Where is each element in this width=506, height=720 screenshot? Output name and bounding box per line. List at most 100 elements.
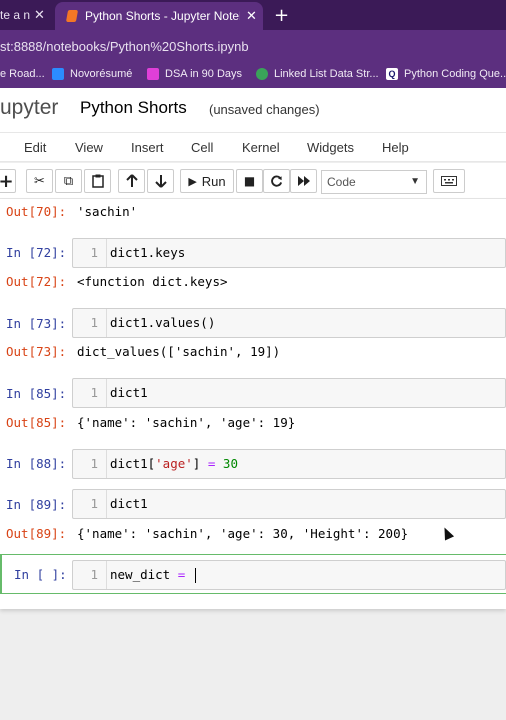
line-number: 1	[73, 490, 107, 518]
code-text[interactable]: dict1	[110, 379, 148, 407]
bookmark-label: DSA in 90 Days	[165, 68, 243, 80]
paste-icon	[91, 174, 104, 188]
line-number: 1	[73, 239, 107, 267]
bookmark-dsa[interactable]: DSA in 90 Days	[147, 68, 242, 80]
chevron-down-icon: ▼	[410, 176, 420, 187]
bookmarks-bar: e Road... Novorésumé DSA in 90 Days Link…	[0, 62, 506, 88]
jupyter-logo[interactable]: upyter	[0, 96, 58, 120]
paste-cell-button[interactable]	[84, 169, 111, 193]
bookmark-label: Novorésumé	[70, 68, 133, 80]
line-number: 1	[73, 379, 107, 407]
browser-tab-active[interactable]: Python Shorts - Jupyter Notebook ✕	[55, 2, 263, 30]
output-prompt: Out[89]:	[6, 526, 67, 541]
output-text: <function dict.keys>	[77, 274, 228, 289]
copy-cell-button[interactable]: ⧉	[55, 169, 82, 193]
line-number: 1	[73, 561, 107, 589]
edit-mode-indicator	[0, 555, 2, 593]
line-number: 1	[73, 450, 107, 478]
code-input[interactable]: 1 dict1.values()	[72, 308, 506, 338]
menu-kernel[interactable]: Kernel	[242, 140, 280, 155]
add-cell-button[interactable]: +	[0, 169, 16, 193]
dsa-icon	[147, 68, 159, 80]
code-token: new_dict	[110, 567, 178, 582]
menu-insert[interactable]: Insert	[131, 140, 164, 155]
move-up-button[interactable]	[118, 169, 145, 193]
move-down-button[interactable]	[147, 169, 174, 193]
linkedlist-icon	[256, 68, 268, 80]
cell-type-select[interactable]: Code ▼	[321, 170, 427, 194]
save-status: (unsaved changes)	[209, 102, 320, 117]
output-prompt: Out[70]:	[6, 204, 67, 219]
code-text[interactable]: dict1.keys	[110, 239, 185, 267]
play-icon: ▶	[188, 175, 197, 188]
code-text[interactable]: dict1.values()	[110, 309, 215, 337]
notebook-name[interactable]: Python Shorts	[80, 98, 187, 118]
menu-help[interactable]: Help	[382, 140, 409, 155]
cut-cell-button[interactable]: ✂	[26, 169, 53, 193]
run-all-button[interactable]	[290, 169, 317, 193]
output-text: dict_values(['sachin', 19])	[77, 344, 281, 359]
text-cursor	[194, 568, 196, 583]
input-prompt: In [73]:	[6, 316, 67, 331]
menu-cell[interactable]: Cell	[191, 140, 213, 155]
keyboard-icon	[441, 176, 457, 186]
output-prompt: Out[85]:	[6, 415, 67, 430]
address-url[interactable]: st:8888/notebooks/Python%20Shorts.ipynb	[0, 39, 249, 54]
code-input[interactable]: 1 dict1['age'] = 30	[72, 449, 506, 479]
code-input[interactable]: 1 dict1.keys	[72, 238, 506, 268]
menu-view[interactable]: View	[75, 140, 103, 155]
fast-forward-icon	[297, 176, 310, 186]
output-text: {'name': 'sachin', 'age': 19}	[77, 415, 296, 430]
input-prompt: In [85]:	[6, 386, 67, 401]
code-input[interactable]: 1 dict1	[72, 489, 506, 519]
tab-close-icon[interactable]: ✕	[34, 7, 45, 23]
code-operator-token: =	[177, 567, 186, 582]
browser-tab-previous[interactable]: te a n ✕	[0, 0, 52, 30]
output-text: {'name': 'sachin', 'age': 30, 'Height': …	[77, 526, 409, 541]
novoresume-icon	[52, 68, 64, 80]
restart-icon	[271, 175, 283, 187]
input-prompt: In [89]:	[6, 497, 67, 512]
interrupt-button[interactable]: ■	[236, 169, 263, 193]
line-number: 1	[73, 309, 107, 337]
q-icon: Q	[386, 68, 398, 80]
code-number-token: 30	[222, 456, 238, 471]
code-text[interactable]: dict1['age'] = 30	[110, 450, 238, 478]
run-label: Run	[201, 173, 226, 189]
bookmark-label: Python Coding Que...	[404, 68, 506, 80]
command-palette-button[interactable]	[433, 169, 465, 193]
bookmark-linked-list[interactable]: Linked List Data Str...	[256, 68, 379, 80]
output-prompt: Out[72]:	[6, 274, 67, 289]
arrow-up-icon	[125, 174, 138, 187]
menu-edit[interactable]: Edit	[24, 140, 46, 155]
tab-title: Python Shorts - Jupyter Notebook	[85, 9, 240, 23]
bookmark-road[interactable]: e Road...	[0, 68, 45, 80]
bookmark-novoresume[interactable]: Novorésumé	[52, 68, 132, 80]
cell-type-value: Code	[327, 175, 356, 189]
code-text[interactable]: dict1	[110, 490, 148, 518]
tab-close-icon[interactable]: ✕	[246, 8, 257, 24]
input-prompt: In [72]:	[6, 245, 67, 260]
output-prompt: Out[73]:	[6, 344, 67, 359]
output-text: 'sachin'	[77, 204, 138, 219]
code-input-active[interactable]: 1 new_dict =	[72, 560, 506, 590]
code-input[interactable]: 1 dict1	[72, 378, 506, 408]
menu-widgets[interactable]: Widgets	[307, 140, 354, 155]
code-token: dict1[	[110, 456, 156, 471]
jupyter-favicon-icon	[65, 10, 79, 22]
input-prompt: In [ ]:	[14, 567, 67, 582]
input-prompt: In [88]:	[6, 456, 67, 471]
bookmark-label: Linked List Data Str...	[274, 68, 379, 80]
code-token: ]	[192, 456, 208, 471]
tab-title: te a n	[0, 8, 30, 22]
code-string-token: 'age'	[155, 456, 193, 471]
bookmark-python-coding[interactable]: Q Python Coding Que...	[386, 68, 506, 80]
new-tab-icon[interactable]: +	[274, 5, 289, 26]
restart-button[interactable]	[263, 169, 290, 193]
run-button[interactable]: ▶ Run	[180, 169, 234, 193]
arrow-down-icon	[154, 175, 167, 188]
code-text[interactable]: new_dict =	[110, 561, 196, 589]
browser-tab-bar: te a n ✕ Python Shorts - Jupyter Noteboo…	[0, 0, 506, 30]
bookmark-label: e Road...	[0, 68, 45, 80]
